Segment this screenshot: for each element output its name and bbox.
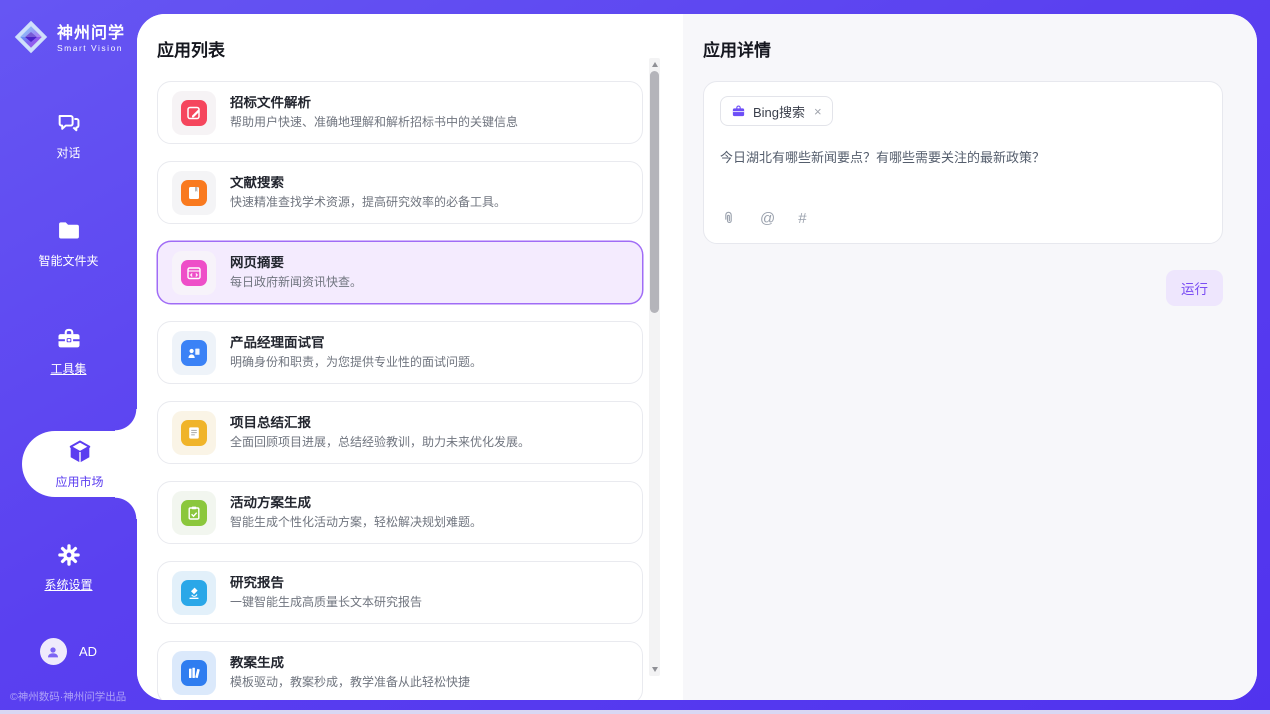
sidebar-item-settings[interactable]: 系统设置: [0, 539, 137, 595]
attachment-icon[interactable]: [720, 210, 737, 227]
app-desc: 明确身份和职责，为您提供专业性的面试问题。: [230, 355, 482, 369]
toolbox-icon: [55, 325, 83, 353]
browser-code-icon: [181, 260, 207, 286]
briefcase-icon: [731, 104, 746, 119]
app-title: 产品经理面试官: [230, 336, 482, 350]
cube-icon: [66, 438, 94, 466]
app-title: 招标文件解析: [230, 96, 518, 110]
app-list-panel: 应用列表 招标文件解析 帮助用户快速、准确地理解和解析招标书中的关键信息 文献搜…: [137, 14, 683, 700]
app-icon-tile: [172, 491, 216, 535]
app-icon-tile: [172, 411, 216, 455]
app-card-project-summary[interactable]: 项目总结汇报 全面回顾项目进展，总结经验教训，助力未来优化发展。: [157, 401, 643, 464]
scrollbar-thumb[interactable]: [650, 71, 659, 313]
sidebar-item-toolset[interactable]: 工具集: [0, 323, 137, 379]
app-detail-title: 应用详情: [683, 14, 1257, 81]
composer-card: Bing搜索 × 今日湖北有哪些新闻要点？有哪些需要关注的最新政策？ @ #: [703, 81, 1223, 244]
user-account[interactable]: AD: [0, 638, 137, 665]
hash-icon[interactable]: #: [798, 210, 806, 227]
close-icon[interactable]: ×: [814, 105, 822, 118]
app-desc: 一键智能生成高质量长文本研究报告: [230, 595, 422, 609]
app-title: 项目总结汇报: [230, 416, 530, 430]
mention-icon[interactable]: @: [760, 210, 775, 227]
app-title: 活动方案生成: [230, 496, 482, 510]
sidebar-item-label: 工具集: [50, 360, 86, 377]
app-icon-tile: [172, 331, 216, 375]
brand-name: 神州问学: [57, 25, 125, 43]
plugin-chip-label: Bing搜索: [753, 102, 805, 121]
app-card-bid-analysis[interactable]: 招标文件解析 帮助用户快速、准确地理解和解析招标书中的关键信息: [157, 81, 643, 144]
diamond-logo-icon: [13, 19, 49, 60]
interviewer-icon: [181, 340, 207, 366]
avatar: [40, 638, 67, 665]
clipboard-check-icon: [181, 500, 207, 526]
gear-icon: [55, 541, 83, 569]
app-card-literature-search[interactable]: 文献搜索 快速精准查找学术资源，提高研究效率的必备工具。: [157, 161, 643, 224]
app-desc: 帮助用户快速、准确地理解和解析招标书中的关键信息: [230, 115, 518, 129]
book-icon: [181, 180, 207, 206]
chat-icon: [55, 109, 83, 137]
sidebar-item-smart-folder[interactable]: 智能文件夹: [0, 215, 137, 271]
sidebar-item-app-market[interactable]: 应用市场: [22, 431, 137, 497]
app-title: 网页摘要: [230, 256, 362, 270]
composer-toolbar: @ #: [720, 210, 1206, 229]
query-input[interactable]: 今日湖北有哪些新闻要点？有哪些需要关注的最新政策？: [720, 148, 1206, 210]
app-card-web-summary[interactable]: 网页摘要 每日政府新闻资讯快查。: [157, 241, 643, 304]
sidebar-item-chat[interactable]: 对话: [0, 107, 137, 163]
sidebar-item-label: 智能文件夹: [38, 252, 98, 269]
app-desc: 模板驱动，教案秒成，教学准备从此轻松快捷: [230, 675, 470, 689]
note-icon: [181, 420, 207, 446]
list-scrollbar[interactable]: [649, 58, 660, 676]
sidebar-nav: 对话 智能文件夹 工具集: [0, 107, 137, 647]
app-desc: 智能生成个性化活动方案，轻松解决规划难题。: [230, 515, 482, 529]
app-icon-tile: [172, 171, 216, 215]
window-bottom-strip: [0, 710, 1270, 714]
copyright-footer: ©神州数码·神州问学出品: [0, 689, 137, 704]
folder-icon: [55, 217, 83, 245]
app-list-title: 应用列表: [137, 14, 683, 81]
brand-subtitle: Smart Vision: [57, 44, 125, 53]
app-title: 教案生成: [230, 656, 470, 670]
app-title: 文献搜索: [230, 176, 506, 190]
run-button[interactable]: 运行: [1166, 270, 1223, 306]
sidebar-item-label: 对话: [56, 144, 80, 161]
app-detail-panel: 应用详情 Bing搜索 × 今日湖北有哪些新闻要点？有哪些需要关注的最新政策？: [683, 14, 1257, 700]
books-icon: [181, 660, 207, 686]
app-desc: 快速精准查找学术资源，提高研究效率的必备工具。: [230, 195, 506, 209]
app-desc: 每日政府新闻资讯快查。: [230, 275, 362, 289]
app-logo: 神州问学 Smart Vision: [0, 14, 137, 64]
app-card-event-plan[interactable]: 活动方案生成 智能生成个性化活动方案，轻松解决规划难题。: [157, 481, 643, 544]
main-container: 应用列表 招标文件解析 帮助用户快速、准确地理解和解析招标书中的关键信息 文献搜…: [137, 14, 1257, 700]
plugin-chip-bing-search[interactable]: Bing搜索 ×: [720, 96, 833, 126]
sidebar-item-label: 应用市场: [55, 473, 103, 490]
scroll-down-arrow-icon[interactable]: [649, 664, 660, 675]
user-name: AD: [79, 644, 97, 659]
app-icon-tile: [172, 571, 216, 615]
app-card-pm-interviewer[interactable]: 产品经理面试官 明确身份和职责，为您提供专业性的面试问题。: [157, 321, 643, 384]
app-desc: 全面回顾项目进展，总结经验教训，助力未来优化发展。: [230, 435, 530, 449]
sidebar: 神州问学 Smart Vision 对话 智能文件夹: [0, 0, 137, 714]
scroll-up-arrow-icon[interactable]: [649, 59, 660, 70]
app-card-research-report[interactable]: 研究报告 一键智能生成高质量长文本研究报告: [157, 561, 643, 624]
app-title: 研究报告: [230, 576, 422, 590]
microscope-icon: [181, 580, 207, 606]
app-icon-tile: [172, 251, 216, 295]
pen-square-icon: [181, 100, 207, 126]
app-card-lesson-plan[interactable]: 教案生成 模板驱动，教案秒成，教学准备从此轻松快捷: [157, 641, 643, 700]
sidebar-item-label: 系统设置: [44, 576, 92, 593]
app-icon-tile: [172, 91, 216, 135]
app-icon-tile: [172, 651, 216, 695]
